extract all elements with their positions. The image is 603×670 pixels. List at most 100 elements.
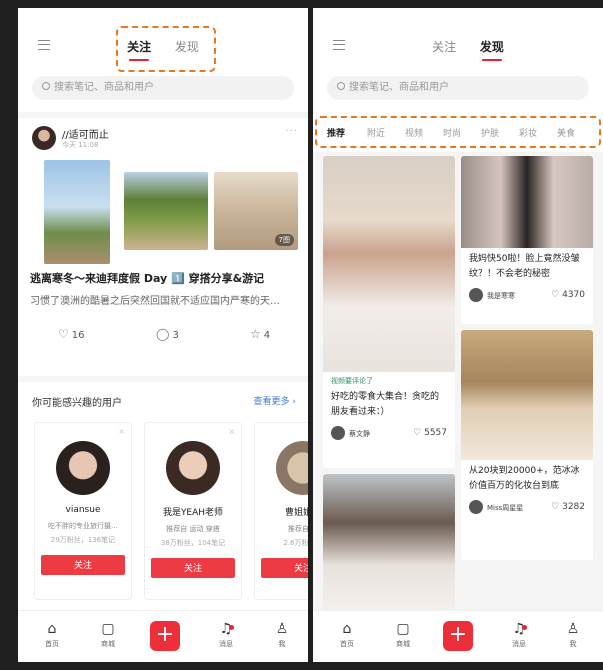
discover-feed: 视频要评论了 好吃的零食大集合！贪吃的朋友看过来：） 蔡文静 ♡ 5557 我妈… [313, 152, 603, 652]
more-icon[interactable]: ··· [285, 126, 298, 137]
search-bar: 搜索笔记、商品和用户 [313, 72, 603, 112]
recommend-user-stats: 29万粉丝，136笔记 [50, 536, 116, 544]
bottom-nav: ⌂ 首页 ▢ 商城 + ♫ 消息 ♙ 我 [18, 610, 308, 662]
nav-mall[interactable]: ▢ 商城 [88, 619, 128, 649]
post-username[interactable]: //适可而止 [62, 126, 109, 141]
feed-image [461, 330, 593, 460]
avatar[interactable] [276, 441, 308, 495]
top-bar: 关注 发现 [313, 8, 603, 72]
post-card[interactable]: //适可而止 今天 11:08 ··· 7图 逃离寒冬～来迪拜度假 Day 1️… [18, 118, 308, 376]
feed-tag: 视频要评论了 [331, 377, 373, 385]
post-photo[interactable] [44, 160, 110, 264]
feed-card[interactable]: 从20块到20000+，范冰冰价值百万的化妆台到底 Miss周星星 ♡ 3282 [461, 330, 593, 560]
feed-tabs: 关注 发现 [333, 38, 603, 61]
avatar[interactable] [166, 441, 220, 495]
search-input[interactable]: 搜索笔记、商品和用户 [327, 76, 589, 100]
avatar[interactable] [469, 288, 483, 302]
star-button[interactable]: ☆ 4 [250, 327, 270, 341]
recommend-user-card[interactable]: × 我是YEAH老师 推荐自 运动 穿搭 38万粉丝，104笔记 关注 [144, 422, 242, 600]
highlight-box-tabs [116, 26, 216, 72]
user-icon: ♙ [275, 621, 289, 637]
photo-count-badge: 7图 [274, 234, 294, 246]
like-count: 3282 [562, 502, 585, 512]
feed-user[interactable]: 蔡文静 [349, 429, 370, 439]
post-header: //适可而止 今天 11:08 ··· [18, 118, 308, 154]
feed-card[interactable]: 我妈快50啦！脸上竟然没皱纹？！不会老的秘密 我是寒寒 ♡ 4370 [461, 156, 593, 324]
search-icon [337, 82, 345, 90]
like-button[interactable]: ♡ 4370 [551, 290, 585, 300]
publish-button[interactable]: + [150, 621, 180, 651]
follow-button[interactable]: 关注 [151, 558, 235, 578]
like-button[interactable]: ♡ 3282 [551, 502, 585, 512]
feed-card[interactable]: 视频要评论了 好吃的零食大集合！贪吃的朋友看过来：） 蔡文静 ♡ 5557 [323, 156, 455, 468]
post-photo[interactable] [124, 172, 208, 250]
publish-button[interactable]: + [443, 621, 473, 651]
avatar[interactable] [469, 500, 483, 514]
post-actions: ♡ 16 ◯ 3 ☆ 4 [18, 307, 308, 357]
nav-label: 首页 [45, 640, 59, 648]
feed-image [323, 156, 455, 372]
search-input[interactable]: 搜索笔记、商品和用户 [32, 76, 294, 100]
nav-label: 商城 [101, 640, 115, 648]
feed-user[interactable]: 我是寒寒 [487, 291, 515, 301]
nav-messages[interactable]: ♫ 消息 [206, 619, 246, 649]
close-icon[interactable]: × [228, 427, 235, 436]
feed-image-card[interactable] [323, 474, 455, 614]
nav-label: 消息 [219, 640, 233, 648]
heart-icon: ♡ [58, 327, 69, 341]
recommend-user-stats: 2.6万粉丝， [283, 539, 308, 547]
like-button[interactable]: ♡ 5557 [413, 428, 447, 438]
like-button[interactable]: ♡ 16 [58, 327, 85, 341]
nav-me[interactable]: ♙ 我 [262, 619, 302, 649]
feed-meta: Miss周星星 ♡ 3282 [461, 494, 593, 524]
post-title[interactable]: 逃离寒冬～来迪拜度假 Day 1️⃣ 穿搭分享&游记 [18, 264, 308, 286]
post-photo[interactable]: 7图 [214, 172, 298, 250]
tab-follow[interactable]: 关注 [432, 38, 456, 55]
nav-label: 我 [569, 640, 577, 648]
category-bar: 推荐 附近 视频 时尚 护肤 彩妆 美食 [313, 112, 603, 152]
search-placeholder: 搜索笔记、商品和用户 [54, 82, 154, 93]
star-icon: ☆ [250, 327, 261, 341]
see-more-link[interactable]: 查看更多 › [254, 394, 296, 407]
recommend-user-card[interactable]: × viansue 吃不胖的专业旅行摄… 29万粉丝，136笔记 关注 [34, 422, 132, 600]
feed-title: 从20块到20000+，范冰冰价值百万的化妆台到底 [469, 466, 580, 491]
nav-home[interactable]: ⌂ 首页 [327, 619, 367, 649]
nav-label: 首页 [340, 640, 354, 648]
nav-label: 消息 [512, 640, 526, 648]
search-placeholder: 搜索笔记、商品和用户 [349, 82, 449, 93]
nav-home[interactable]: ⌂ 首页 [32, 619, 72, 649]
bottom-nav: ⌂ 首页 ▢ 商城 + ♫ 消息 ♙ 我 [313, 610, 603, 662]
recommend-user-desc: 推荐自 运动 穿搭 [166, 525, 220, 533]
star-count: 4 [263, 330, 271, 341]
recommend-user-name: 我是YEAH老师 [162, 508, 224, 518]
recommend-user-card[interactable]: 曹姐姐的 推荐自 穿 2.6万粉丝， 关注 [254, 422, 308, 600]
tab-discover[interactable]: 发现 [480, 38, 504, 61]
avatar[interactable] [331, 426, 345, 440]
nav-messages[interactable]: ♫ 消息 [499, 619, 539, 649]
feed-title: 我妈快50啦！脸上竟然没皱纹？！不会老的秘密 [469, 254, 580, 279]
post-time: 今天 11:08 [62, 141, 99, 149]
follow-button[interactable]: 关注 [261, 558, 308, 578]
nav-mall[interactable]: ▢ 商城 [383, 619, 423, 649]
like-count: 4370 [562, 290, 585, 300]
comment-button[interactable]: ◯ 3 [156, 327, 179, 341]
feed-image [323, 474, 455, 614]
bell-icon: ♫ [219, 621, 233, 637]
highlight-box-categories [315, 116, 601, 148]
avatar[interactable] [32, 126, 56, 150]
post-body[interactable]: 习惯了澳洲的酷暑之后突然回国就不适应国内严寒的天… [18, 286, 308, 307]
recommend-user-name: 曹姐姐的 [284, 508, 308, 518]
recommend-user-desc: 推荐自 穿 [287, 525, 308, 533]
close-icon[interactable]: × [118, 427, 125, 436]
like-count: 5557 [424, 428, 447, 438]
recommend-user-stats: 38万粉丝，104笔记 [160, 539, 226, 547]
feed-user[interactable]: Miss周星星 [487, 503, 523, 513]
follow-button[interactable]: 关注 [41, 555, 125, 575]
recommend-title: 你可能感兴趣的用户 [32, 398, 122, 409]
avatar[interactable] [56, 441, 110, 495]
nav-me[interactable]: ♙ 我 [553, 619, 593, 649]
feed-title: 好吃的零食大集合！贪吃的朋友看过来：） [331, 392, 440, 417]
search-bar: 搜索笔记、商品和用户 [18, 72, 308, 112]
recommend-user-name: viansue [65, 505, 101, 515]
feed-meta: 蔡文静 ♡ 5557 [323, 420, 455, 450]
